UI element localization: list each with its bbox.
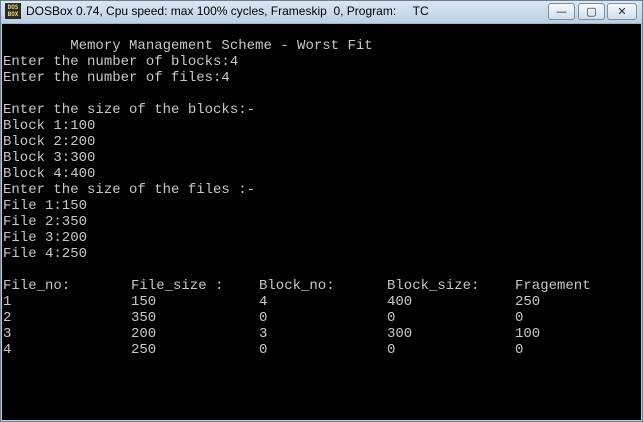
- file-size-line: File 4:250: [3, 246, 88, 262]
- console-heading: Memory Management Scheme - Worst Fit: [3, 38, 373, 54]
- file-size-line: File 3:200: [3, 230, 88, 246]
- block-size-line: Block 1:100: [3, 118, 96, 134]
- table-cell: 0: [259, 342, 268, 358]
- minimize-button[interactable]: —: [548, 3, 575, 20]
- file-size-line: File 1:150: [3, 198, 88, 214]
- table-cell: 400: [387, 294, 413, 310]
- block-size-line: Block 3:300: [3, 150, 96, 166]
- prompt-number-of-blocks: Enter the number of blocks:4: [3, 54, 239, 70]
- close-button[interactable]: ✕: [607, 3, 637, 20]
- window-title: DOSBox 0.74, Cpu speed: max 100% cycles,…: [26, 4, 429, 18]
- maximize-button[interactable]: ▢: [578, 3, 605, 20]
- block-size-line: Block 4:400: [3, 166, 96, 182]
- block-size-line: Block 2:200: [3, 134, 96, 150]
- prompt-block-sizes: Enter the size of the blocks:-: [3, 102, 256, 118]
- table-header-file-no: File_no:: [3, 278, 71, 294]
- table-cell: 250: [131, 342, 157, 358]
- table-cell: 350: [131, 310, 157, 326]
- table-cell: 300: [387, 326, 413, 342]
- table-cell: 0: [387, 342, 396, 358]
- table-cell: 250: [515, 294, 541, 310]
- dos-console-screen[interactable]: Memory Management Scheme - Worst Fit Ent…: [2, 24, 641, 420]
- table-cell: 3: [3, 326, 12, 342]
- table-header-block-size: Block_size:: [387, 278, 480, 294]
- table-cell: 150: [131, 294, 157, 310]
- prompt-file-sizes: Enter the size of the files :-: [3, 182, 256, 198]
- table-cell: 0: [515, 342, 524, 358]
- table-header-block-no: Block_no:: [259, 278, 335, 294]
- table-cell: 0: [515, 310, 524, 326]
- table-cell: 200: [131, 326, 157, 342]
- table-cell: 4: [3, 342, 12, 358]
- table-cell: 0: [387, 310, 396, 326]
- table-cell: 0: [259, 310, 268, 326]
- table-cell: 2: [3, 310, 12, 326]
- title-bar[interactable]: DOS BOX DOSBox 0.74, Cpu speed: max 100%…: [1, 1, 642, 24]
- dosbox-window: DOS BOX DOSBox 0.74, Cpu speed: max 100%…: [0, 0, 643, 422]
- table-cell: 3: [259, 326, 268, 342]
- table-cell: 100: [515, 326, 541, 342]
- table-header-fragment: Fragement: [515, 278, 591, 294]
- file-size-line: File 2:350: [3, 214, 88, 230]
- prompt-number-of-files: Enter the number of files:4: [3, 70, 230, 86]
- table-header-file-size: File_size :: [131, 278, 224, 294]
- table-cell: 1: [3, 294, 12, 310]
- table-cell: 4: [259, 294, 268, 310]
- dosbox-app-icon[interactable]: DOS BOX: [5, 3, 21, 19]
